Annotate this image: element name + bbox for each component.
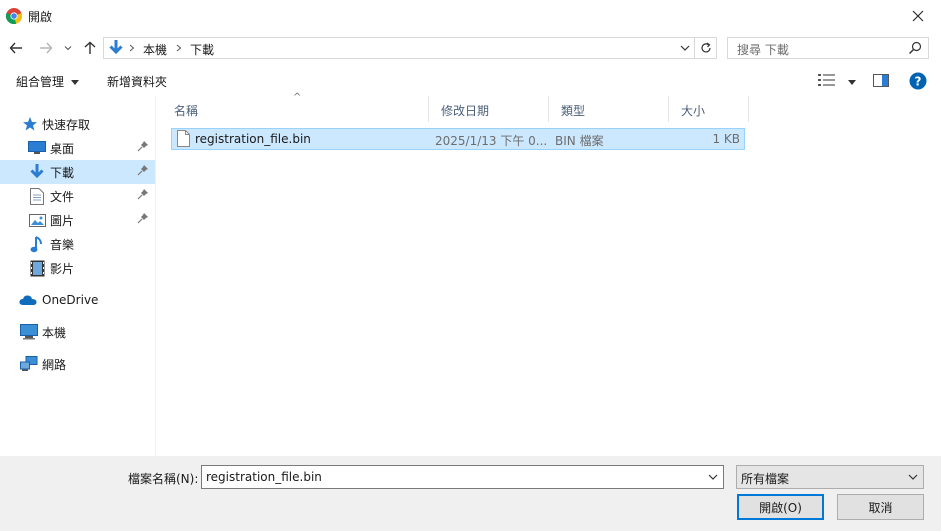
file-type-select[interactable]: 所有檔案: [736, 465, 924, 489]
organize-label: 組合管理: [16, 75, 65, 89]
computer-icon: [20, 323, 38, 341]
file-icon: [177, 130, 190, 147]
sidebar-item-desktop[interactable]: 桌面: [0, 136, 155, 160]
filename-value: registration_file.bin: [206, 470, 322, 484]
forward-button[interactable]: [36, 38, 56, 58]
filename-label: 檔案名稱(N):: [128, 472, 199, 486]
up-button[interactable]: [80, 38, 100, 58]
details-view-icon: [818, 74, 835, 86]
pin-icon: [137, 165, 148, 176]
back-button[interactable]: [6, 38, 26, 58]
title-bar: 開啟: [0, 0, 941, 32]
file-list: ^ 名稱 修改日期 類型 大小 registration_file.bin 20…: [162, 92, 941, 456]
search-icon: [909, 41, 922, 54]
document-icon: [28, 187, 46, 205]
cancel-button[interactable]: 取消: [837, 494, 924, 520]
breadcrumb-downloads[interactable]: 下載: [190, 41, 214, 58]
download-arrow-icon: [109, 40, 123, 55]
address-bar[interactable]: 本機 下載: [103, 37, 695, 59]
file-type: BIN 檔案: [555, 134, 604, 148]
caret-down-icon: [70, 80, 79, 85]
star-icon: [21, 115, 39, 133]
column-header-name[interactable]: 名稱: [162, 96, 429, 122]
navigation-pane: 快速存取 桌面 下載 文件 圖片 音樂 影片 OneDrive 本機 網路: [0, 96, 156, 456]
chevron-down-icon: [64, 46, 72, 51]
svg-text:?: ?: [915, 75, 922, 89]
file-name: registration_file.bin: [195, 132, 311, 146]
close-button[interactable]: [895, 0, 941, 32]
sidebar-item-videos[interactable]: 影片: [0, 256, 155, 280]
dialog-footer: 檔案名稱(N): registration_file.bin 所有檔案 開啟(O…: [0, 456, 941, 531]
download-arrow-icon: [28, 163, 46, 181]
preview-pane-icon: [873, 74, 889, 87]
help-button[interactable]: ?: [909, 72, 927, 93]
pin-icon: [137, 189, 148, 200]
sidebar-item-this-pc[interactable]: 本機: [0, 320, 155, 344]
breadcrumb-separator-icon: [176, 44, 182, 52]
arrow-up-icon: [84, 41, 96, 54]
file-date-modified: 2025/1/13 下午 0...: [435, 134, 548, 148]
filename-input[interactable]: registration_file.bin: [201, 465, 724, 489]
column-header-type[interactable]: 類型: [549, 96, 669, 122]
sidebar-item-network[interactable]: 網路: [0, 352, 155, 376]
caret-down-icon: [847, 80, 856, 85]
film-icon: [28, 259, 46, 277]
chevron-down-icon: [908, 474, 918, 480]
chevron-down-icon[interactable]: [707, 470, 719, 484]
sidebar-item-quick-access[interactable]: 快速存取: [0, 112, 155, 136]
close-icon: [912, 10, 924, 22]
organize-button[interactable]: 組合管理: [16, 73, 79, 90]
preview-pane-button[interactable]: [873, 74, 889, 90]
network-icon: [20, 355, 38, 373]
sidebar-item-pictures[interactable]: 圖片: [0, 208, 155, 232]
help-icon: ?: [909, 72, 927, 90]
arrow-left-icon: [9, 42, 22, 54]
chrome-icon: [6, 8, 22, 24]
cloud-icon: [19, 291, 37, 309]
address-dropdown-icon[interactable]: [680, 44, 690, 52]
breadcrumb-separator-icon: [129, 44, 135, 52]
desktop-icon: [28, 139, 46, 157]
pin-icon: [137, 141, 148, 152]
window-title: 開啟: [28, 10, 53, 24]
column-header-size[interactable]: 大小: [669, 96, 749, 122]
file-type-value: 所有檔案: [741, 472, 790, 486]
command-bar: 組合管理 新增資料夾 ?: [0, 66, 941, 96]
search-box[interactable]: 搜尋 下載: [727, 37, 929, 59]
new-folder-button[interactable]: 新增資料夾: [107, 73, 167, 90]
open-button[interactable]: 開啟(O): [737, 494, 824, 520]
file-row[interactable]: registration_file.bin 2025/1/13 下午 0... …: [171, 128, 745, 150]
pin-icon: [137, 213, 148, 224]
sidebar-item-downloads[interactable]: 下載: [0, 160, 155, 184]
refresh-button[interactable]: [695, 37, 717, 59]
music-note-icon: [28, 235, 46, 253]
sidebar-item-onedrive[interactable]: OneDrive: [0, 288, 155, 312]
file-size: 1 KB: [712, 132, 740, 146]
column-header-date-modified[interactable]: 修改日期: [429, 96, 549, 122]
search-placeholder: 搜尋 下載: [737, 43, 789, 57]
recent-locations-button[interactable]: [60, 38, 76, 58]
sidebar-item-documents[interactable]: 文件: [0, 184, 155, 208]
picture-icon: [28, 211, 46, 229]
view-options-button[interactable]: [818, 74, 856, 89]
sidebar-item-music[interactable]: 音樂: [0, 232, 155, 256]
breadcrumb-this-pc[interactable]: 本機: [143, 41, 167, 58]
refresh-icon: [700, 42, 711, 53]
arrow-right-icon: [40, 42, 53, 54]
